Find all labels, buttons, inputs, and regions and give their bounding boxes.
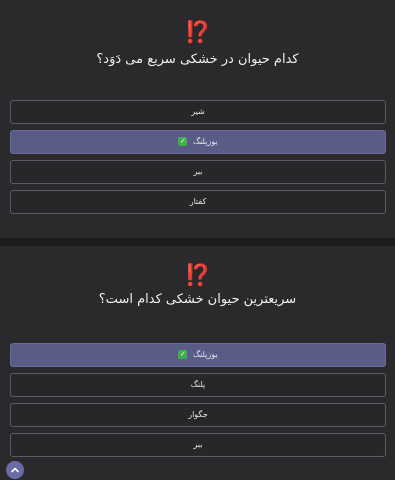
question-text: کدام حیوان در خشکی سریع می دَوَد؟ <box>96 52 299 67</box>
option-label: ببر <box>193 440 203 449</box>
quiz-card: ⁉️ سریعترین حیوان خشکی کدام است؟ یوزپلنگ… <box>0 246 395 480</box>
answer-option[interactable]: شیر <box>10 100 386 124</box>
option-label: ببر <box>193 167 203 176</box>
scroll-up-button[interactable] <box>6 461 24 479</box>
check-mark-icon: ✓ <box>178 137 188 146</box>
answer-option[interactable]: ببر <box>10 433 386 457</box>
answer-option[interactable]: جگوار <box>10 403 386 427</box>
answer-option-correct[interactable]: یوزپلنگ ✓ <box>10 130 386 154</box>
answer-option[interactable]: پلنگ <box>10 373 386 397</box>
option-label: شیر <box>191 107 205 116</box>
option-label: کفتار <box>189 197 207 206</box>
quiz-card: ⁉️ کدام حیوان در خشکی سریع می دَوَد؟ شیر… <box>0 0 395 238</box>
option-label: یوزپلنگ <box>192 350 218 359</box>
question-text: سریعترین حیوان خشکی کدام است؟ <box>98 292 297 307</box>
answer-option[interactable]: کفتار <box>10 190 386 214</box>
answer-option[interactable]: ببر <box>10 160 386 184</box>
exclamation-question-icon: ⁉️ <box>184 20 211 44</box>
option-label: پلنگ <box>190 380 206 389</box>
chevron-up-icon <box>11 467 19 473</box>
check-mark-icon: ✓ <box>178 350 188 359</box>
option-label: یوزپلنگ <box>192 137 218 146</box>
answer-option-correct[interactable]: یوزپلنگ ✓ <box>10 343 386 367</box>
option-label: جگوار <box>188 410 208 419</box>
quiz-feed: ⁉️ کدام حیوان در خشکی سریع می دَوَد؟ شیر… <box>0 0 395 480</box>
exclamation-question-icon: ⁉️ <box>184 263 211 287</box>
